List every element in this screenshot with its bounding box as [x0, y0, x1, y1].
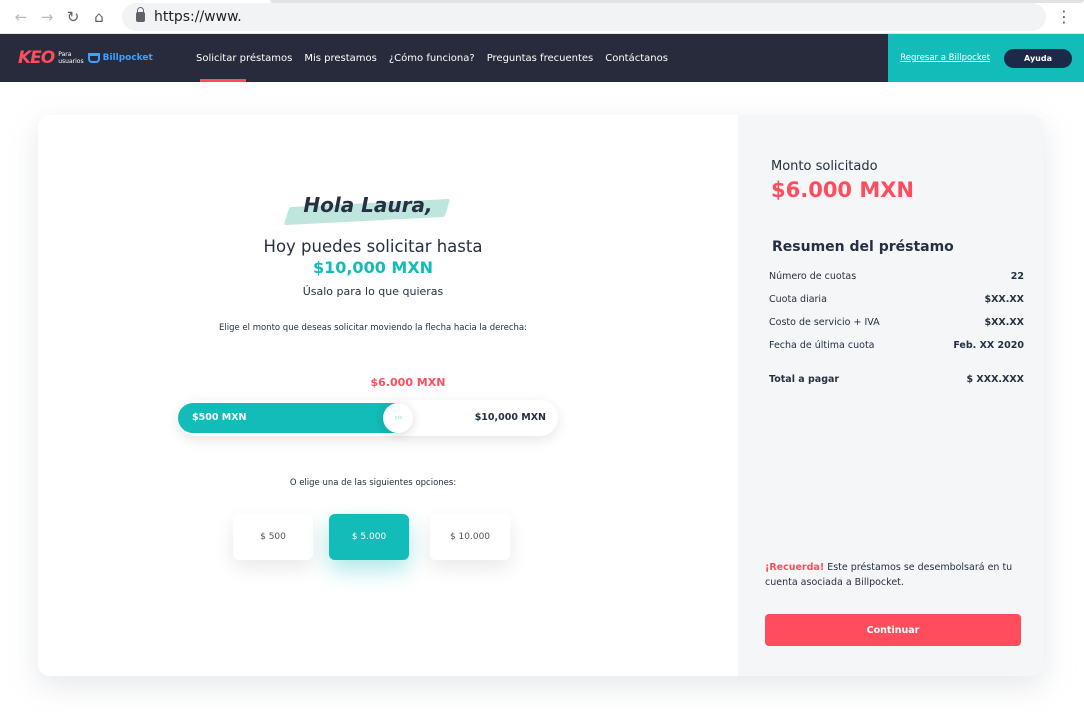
option-10000-button[interactable]: $ 10.000: [430, 514, 510, 560]
amount-slider[interactable]: $500 MXN $10,000 MXN ›››: [178, 400, 558, 436]
summary-row-value: $XX.XX: [984, 317, 1024, 328]
summary-total-row: Total a pagar $ XXX.XXX: [769, 374, 1024, 385]
reload-icon[interactable]: ↻: [62, 6, 84, 28]
options-text: O elige una de las siguientes opciones:: [289, 478, 457, 488]
summary-row: Costo de servicio + IVA $XX.XX: [769, 317, 1024, 328]
billpocket-logo: Billpocket: [87, 53, 153, 63]
nav-contactanos[interactable]: Contáctanos: [599, 34, 674, 82]
chevrons-right-icon: ›››: [394, 413, 403, 423]
option-5000-button[interactable]: $ 5.000: [329, 514, 409, 560]
total-label: Total a pagar: [769, 374, 840, 385]
browser-toolbar: ← → ↻ ⌂ https://www. ⋮: [0, 0, 1084, 34]
nav-como-funciona[interactable]: ¿Cómo funciona?: [383, 34, 481, 82]
loan-card: Hola Laura, Hoy puedes solicitar hasta $…: [38, 115, 1044, 676]
loan-summary: Monto solicitado $6.000 MXN Resumen del …: [738, 115, 1044, 676]
main-menu: Solicitar préstamos Mis prestamos ¿Cómo …: [190, 34, 674, 82]
greeting-text: Hola Laura,: [303, 193, 433, 217]
summary-row-value: 22: [1010, 271, 1024, 282]
summary-row-label: Número de cuotas: [769, 271, 857, 282]
slider-thumb[interactable]: ›››: [383, 403, 413, 433]
option-500-button[interactable]: $ 500: [233, 514, 313, 560]
app-navbar: KEO Para usuarios Billpocket Solicitar p…: [0, 34, 1084, 82]
summary-row: Fecha de última cuota Feb. XX 2020: [769, 340, 1024, 351]
subtitle: Úsalo para lo que quieras: [302, 285, 444, 298]
reminder-highlight: ¡Recuerda!: [765, 562, 825, 573]
summary-row-label: Fecha de última cuota: [769, 340, 875, 351]
headline: Hoy puedes solicitar hasta: [263, 237, 483, 256]
lock-icon: [136, 6, 145, 22]
back-to-billpocket-link[interactable]: Regresar a Billpocket: [900, 53, 990, 63]
total-value: $ XXX.XXX: [966, 374, 1024, 385]
help-button[interactable]: Ayuda: [1004, 48, 1072, 68]
address-bar[interactable]: https://www.: [122, 2, 1046, 31]
continue-button[interactable]: Continuar: [765, 614, 1021, 646]
kebab-menu-icon[interactable]: ⋮: [1054, 7, 1074, 26]
slider-max-label: $10,000 MXN: [474, 412, 546, 423]
summary-title: Resumen del préstamo: [772, 239, 954, 255]
summary-row: Cuota diaria $XX.XX: [769, 294, 1024, 305]
instruction-text: Elige el monto que deseas solicitar movi…: [218, 323, 527, 333]
nav-preguntas-frecuentes[interactable]: Preguntas frecuentes: [481, 34, 600, 82]
keo-logo: KEO: [18, 48, 55, 68]
summary-row-label: Costo de servicio + IVA: [769, 317, 880, 328]
nav-solicitar-prestamos[interactable]: Solicitar préstamos: [190, 34, 298, 82]
selected-amount: $6.000 MXN: [370, 376, 446, 389]
requested-label: Monto solicitado: [771, 159, 878, 174]
requested-amount: $6.000 MXN: [771, 178, 915, 202]
tab-strip: [270, 0, 1084, 3]
brand-logo[interactable]: KEO Para usuarios Billpocket: [0, 48, 190, 68]
reminder-note: ¡Recuerda! Este préstamos se desembolsar…: [765, 560, 1018, 590]
arrow-right-icon[interactable]: →: [36, 6, 58, 28]
slider-min-label: $500 MXN: [192, 412, 247, 423]
navbar-right: Regresar a Billpocket Ayuda: [888, 34, 1084, 82]
billpocket-icon: [87, 53, 100, 63]
arrow-left-icon[interactable]: ←: [10, 6, 32, 28]
nav-mis-prestamos[interactable]: Mis prestamos: [298, 34, 383, 82]
summary-row-value: Feb. XX 2020: [953, 340, 1024, 351]
url-text: https://www.: [154, 8, 242, 25]
para-usuarios-text: Para usuarios: [58, 51, 84, 65]
summary-row-value: $XX.XX: [984, 294, 1024, 305]
summary-row-label: Cuota diaria: [769, 294, 827, 305]
max-amount: $10,000 MXN: [312, 258, 434, 277]
summary-row: Número de cuotas 22: [769, 271, 1024, 282]
home-icon[interactable]: ⌂: [88, 6, 110, 28]
loan-selector: Hola Laura, Hoy puedes solicitar hasta $…: [38, 115, 738, 676]
greeting: Hola Laura,: [283, 193, 451, 226]
